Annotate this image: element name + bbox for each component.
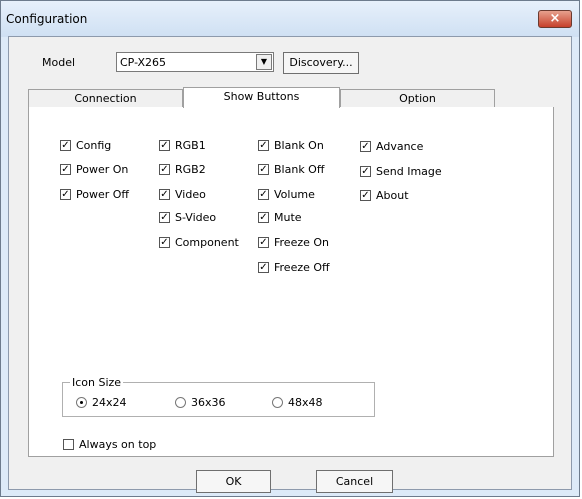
model-select[interactable]: CP-X265 ▼ xyxy=(116,52,274,72)
rgb1-checkbox[interactable]: ✓ xyxy=(159,140,170,151)
size-36-radio[interactable] xyxy=(175,397,186,408)
size-24-label: 24x24 xyxy=(92,396,127,409)
component-label: Component xyxy=(175,236,239,249)
advance-checkbox[interactable]: ✓ xyxy=(360,141,371,152)
s-video-label: S-Video xyxy=(175,211,217,224)
size-24-radio[interactable] xyxy=(76,397,87,408)
freeze-on-label: Freeze On xyxy=(274,236,330,249)
component-checkbox[interactable]: ✓ xyxy=(159,237,170,248)
freeze-on-checkbox[interactable]: ✓ xyxy=(258,237,269,248)
video-checkbox[interactable]: ✓ xyxy=(159,189,170,200)
power-on-checkbox[interactable]: ✓ xyxy=(60,164,71,175)
discovery-button[interactable]: Discovery... xyxy=(283,52,359,74)
power-on-label: Power On xyxy=(76,163,129,176)
cancel-button[interactable]: Cancel xyxy=(316,470,393,493)
title-bar[interactable] xyxy=(1,1,579,37)
blank-on-label: Blank On xyxy=(274,139,324,152)
volume-label: Volume xyxy=(274,188,315,201)
config-label: Config xyxy=(76,139,112,152)
about-label: About xyxy=(376,189,409,202)
icon-size-title: Icon Size xyxy=(70,376,124,389)
power-off-label: Power Off xyxy=(76,188,129,201)
tab-option[interactable]: Option xyxy=(340,89,495,108)
ok-button[interactable]: OK xyxy=(196,470,271,493)
about-checkbox[interactable]: ✓ xyxy=(360,190,371,201)
send-image-label: Send Image xyxy=(376,165,442,178)
blank-off-label: Blank Off xyxy=(274,163,325,176)
model-value: CP-X265 xyxy=(120,56,167,69)
rgb2-label: RGB2 xyxy=(175,163,206,176)
advance-label: Advance xyxy=(376,140,424,153)
power-off-checkbox[interactable]: ✓ xyxy=(60,189,71,200)
always-on-top-checkbox[interactable] xyxy=(63,439,74,450)
freeze-off-checkbox[interactable]: ✓ xyxy=(258,262,269,273)
blank-off-checkbox[interactable]: ✓ xyxy=(258,164,269,175)
blank-on-checkbox[interactable]: ✓ xyxy=(258,140,269,151)
s-video-checkbox[interactable]: ✓ xyxy=(159,212,170,223)
send-image-checkbox[interactable]: ✓ xyxy=(360,166,371,177)
tab-show-buttons[interactable]: Show Buttons xyxy=(183,87,340,108)
model-label: Model xyxy=(42,56,76,69)
rgb2-checkbox[interactable]: ✓ xyxy=(159,164,170,175)
size-48-label: 48x48 xyxy=(288,396,323,409)
window-title: Configuration xyxy=(6,12,88,26)
rgb1-label: RGB1 xyxy=(175,139,206,152)
size-36-label: 36x36 xyxy=(191,396,226,409)
tab-connection[interactable]: Connection xyxy=(28,89,183,108)
volume-checkbox[interactable]: ✓ xyxy=(258,189,269,200)
always-on-top-label: Always on top xyxy=(79,438,157,451)
close-button[interactable]: × xyxy=(538,10,572,28)
mute-checkbox[interactable]: ✓ xyxy=(258,212,269,223)
video-label: Video xyxy=(175,188,206,201)
chevron-down-icon[interactable]: ▼ xyxy=(256,54,272,70)
size-48-radio[interactable] xyxy=(272,397,283,408)
mute-label: Mute xyxy=(274,211,302,224)
freeze-off-label: Freeze Off xyxy=(274,261,330,274)
config-checkbox[interactable]: ✓ xyxy=(60,140,71,151)
